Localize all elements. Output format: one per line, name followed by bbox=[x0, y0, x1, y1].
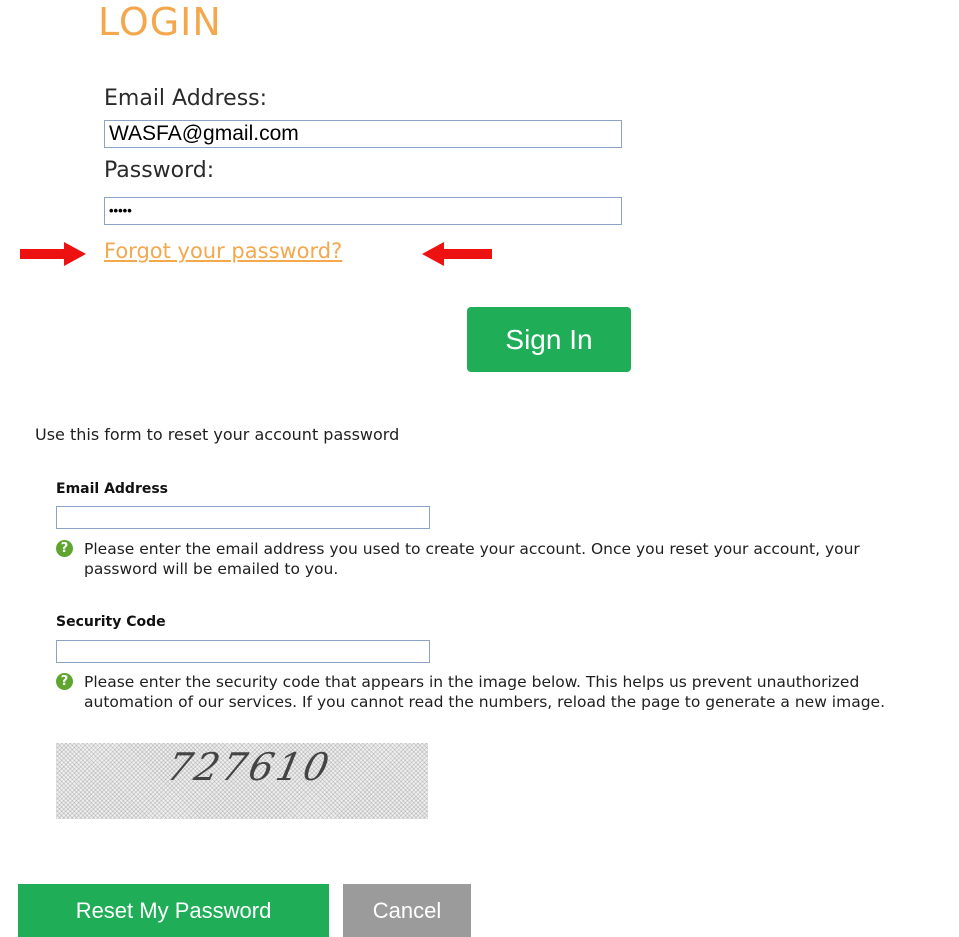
security-help-text: Please enter the security code that appe… bbox=[84, 673, 886, 711]
arrow-right-icon bbox=[20, 242, 86, 266]
reset-intro-text: Use this form to reset your account pass… bbox=[35, 425, 400, 444]
login-title: LOGIN bbox=[98, 0, 222, 44]
security-help: ? Please enter the security code that ap… bbox=[56, 672, 936, 712]
reset-password-button[interactable]: Reset My Password bbox=[18, 884, 329, 937]
reset-email-input[interactable] bbox=[56, 506, 430, 529]
help-icon: ? bbox=[56, 673, 73, 690]
email-help: ? Please enter the email address you use… bbox=[56, 539, 936, 579]
email-input[interactable] bbox=[104, 120, 622, 148]
arrow-left-icon bbox=[422, 242, 492, 266]
security-code-label: Security Code bbox=[56, 614, 166, 630]
captcha-code: 727610 bbox=[163, 745, 336, 789]
email-label: Email Address: bbox=[104, 86, 268, 111]
password-label: Password: bbox=[104, 158, 215, 183]
forgot-password-link[interactable]: Forgot your password? bbox=[104, 236, 342, 266]
password-input[interactable]: ••••• bbox=[104, 197, 622, 225]
help-icon: ? bbox=[56, 540, 73, 557]
security-code-input[interactable] bbox=[56, 640, 430, 663]
email-help-text: Please enter the email address you used … bbox=[84, 540, 860, 578]
captcha-image: 727610 bbox=[56, 743, 428, 819]
cancel-button[interactable]: Cancel bbox=[343, 884, 471, 937]
reset-email-label: Email Address bbox=[56, 481, 169, 497]
sign-in-button[interactable]: Sign In bbox=[467, 307, 631, 372]
